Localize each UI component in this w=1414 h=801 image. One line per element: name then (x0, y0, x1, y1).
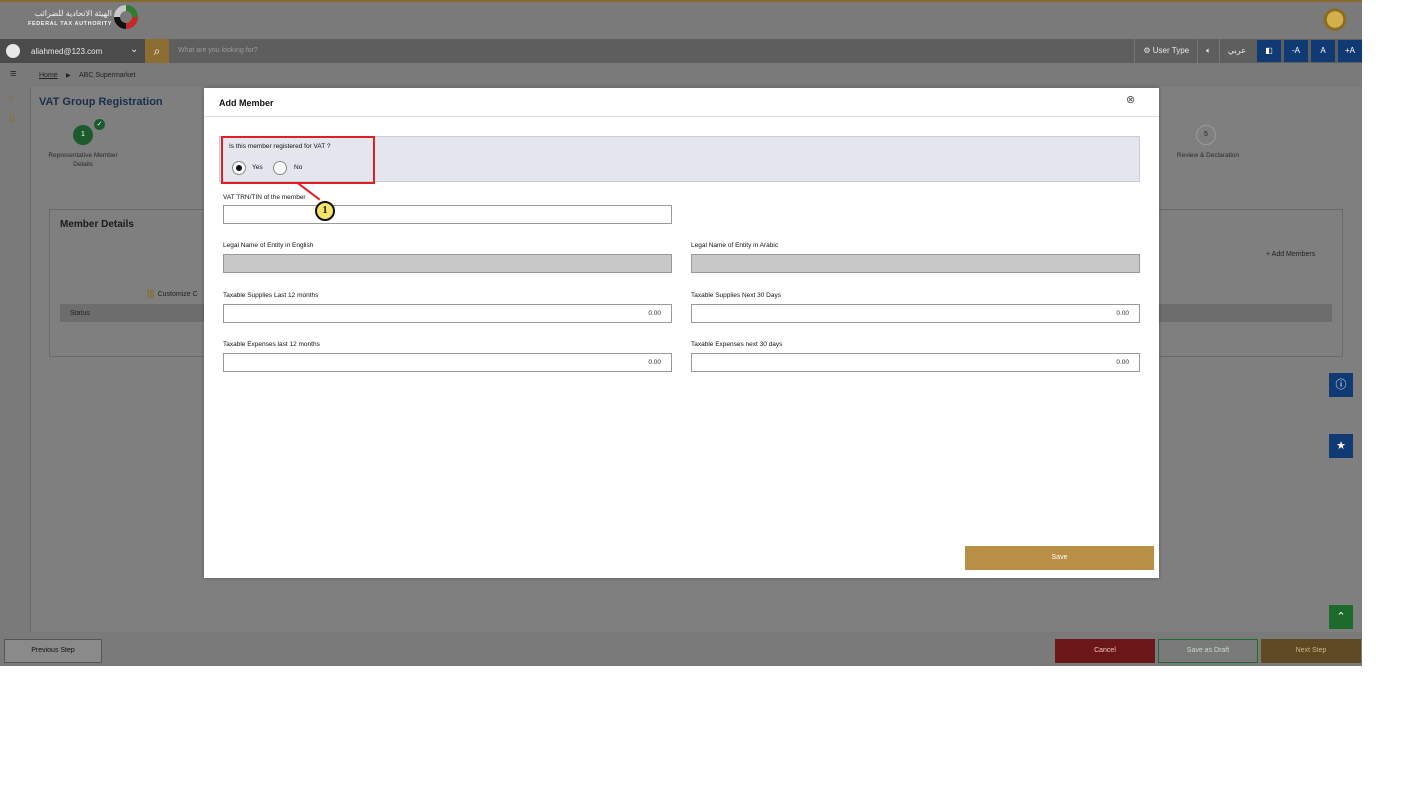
star-icon[interactable]: ★ (1329, 434, 1353, 458)
step-1-indicator[interactable]: 1 (73, 125, 93, 145)
check-icon: ✓ (94, 119, 105, 130)
language-toggle[interactable]: عربي (1218, 39, 1254, 63)
page-title: VAT Group Registration (39, 96, 163, 108)
logo-arabic: الهيئة الاتحادية للضرائب (34, 9, 112, 18)
left-rail: ⌂ ⠿ (0, 87, 31, 632)
uae-emblem-icon (1323, 6, 1347, 36)
breadcrumb-current: ABC Supermarket (79, 72, 136, 79)
legal-name-ar-field (691, 254, 1140, 273)
search-icon[interactable]: ⌕ (145, 39, 169, 63)
app-screen: الهيئة الاتحادية للضرائب FEDERAL TAX AUT… (0, 0, 1362, 666)
legal-name-ar-label: Legal Name of Entity in Arabic (691, 242, 779, 249)
add-member-modal: Add Member ⊗ Is this member registered f… (204, 88, 1159, 578)
supplies-next-30-label: Taxable Supplies Next 30 Days (691, 292, 781, 299)
info-icon[interactable]: ⓘ (1329, 373, 1353, 397)
font-normal-button[interactable]: A (1311, 40, 1335, 62)
expenses-next-30-label: Taxable Expenses next 30 days (691, 341, 783, 348)
supplies-next-30-input[interactable]: 0.00 (691, 304, 1140, 323)
navbar-actions: ⚙ User Type 🔈︎ عربي ◧ -A A +A (1134, 39, 1362, 63)
step-5-indicator[interactable]: 5 (1196, 125, 1216, 145)
home-icon[interactable]: ⌂ (8, 93, 14, 104)
expenses-next-30-input[interactable]: 0.00 (691, 353, 1140, 372)
columns-icon: ||| (147, 288, 155, 298)
legal-name-en-label: Legal Name of Entity in English (223, 242, 314, 249)
status-column-header[interactable]: Status (70, 310, 90, 317)
next-step-button[interactable]: Next Step (1261, 639, 1361, 663)
cancel-button[interactable]: Cancel (1055, 639, 1155, 663)
expenses-last-12-input[interactable]: 0.00 (223, 353, 672, 372)
chevron-down-icon[interactable]: ⌄ (130, 44, 138, 55)
scroll-to-top-icon[interactable]: ⌃ (1329, 605, 1353, 629)
member-details-title: Member Details (60, 219, 134, 230)
speaker-icon[interactable]: 🔈︎ (1197, 39, 1219, 63)
user-type-label: User Type (1152, 46, 1190, 55)
supplies-last-12-label: Taxable Supplies Last 12 months (223, 292, 319, 299)
fta-logo-text: الهيئة الاتحادية للضرائب FEDERAL TAX AUT… (4, 9, 112, 29)
previous-step-button[interactable]: Previous Step (4, 639, 102, 663)
font-increase-button[interactable]: +A (1338, 40, 1362, 62)
save-button[interactable]: Save (965, 546, 1154, 570)
trn-label: VAT TRN/TIN of the member (223, 194, 306, 201)
contrast-toggle-icon[interactable]: ◧ (1257, 40, 1281, 62)
utility-navbar: aliahmed@123.com ⌄ ⌕ What are you lookin… (0, 39, 1362, 63)
customize-label: Customize C (157, 291, 198, 298)
trn-input[interactable] (223, 205, 672, 224)
font-decrease-button[interactable]: -A (1284, 40, 1308, 62)
annotation-highlight-box (221, 136, 375, 184)
customize-columns-button[interactable]: ||| Customize C (147, 288, 198, 298)
modal-header: Add Member ⊗ (204, 88, 1159, 117)
modal-title: Add Member (219, 98, 274, 108)
breadcrumb: ≡ Home ▶ ABC Supermarket (0, 63, 1362, 87)
hamburger-menu-icon[interactable]: ≡ (10, 68, 16, 80)
close-icon[interactable]: ⊗ (1126, 93, 1135, 106)
annotation-number-badge: 1 (315, 201, 335, 221)
save-as-draft-button[interactable]: Save as Draft (1158, 639, 1258, 663)
step-5-label: Review & Declaration (1176, 152, 1240, 159)
top-header: الهيئة الاتحادية للضرائب FEDERAL TAX AUT… (0, 0, 1362, 39)
breadcrumb-home-link[interactable]: Home (39, 72, 58, 79)
search-input[interactable]: What are you looking for? (178, 47, 258, 54)
logo-english: FEDERAL TAX AUTHORITY (28, 21, 112, 27)
grid-menu-icon[interactable]: ⠿ (8, 115, 15, 126)
add-members-button[interactable]: + Add Members (1266, 251, 1315, 258)
add-members-label: Add Members (1271, 251, 1316, 258)
user-avatar-icon (6, 44, 20, 58)
user-email: aliahmed@123.com (31, 47, 103, 56)
plus-icon: + (1266, 251, 1271, 258)
supplies-last-12-input[interactable]: 0.00 (223, 304, 672, 323)
user-type-button[interactable]: ⚙ User Type (1134, 39, 1197, 63)
step-1-label: Representative Member Details (48, 152, 118, 168)
user-menu[interactable]: aliahmed@123.com ⌄ (0, 39, 145, 63)
breadcrumb-separator-icon: ▶ (66, 73, 71, 79)
expenses-last-12-label: Taxable Expenses last 12 months (223, 341, 320, 348)
legal-name-en-field (223, 254, 672, 273)
fta-logo-icon[interactable] (114, 5, 138, 29)
